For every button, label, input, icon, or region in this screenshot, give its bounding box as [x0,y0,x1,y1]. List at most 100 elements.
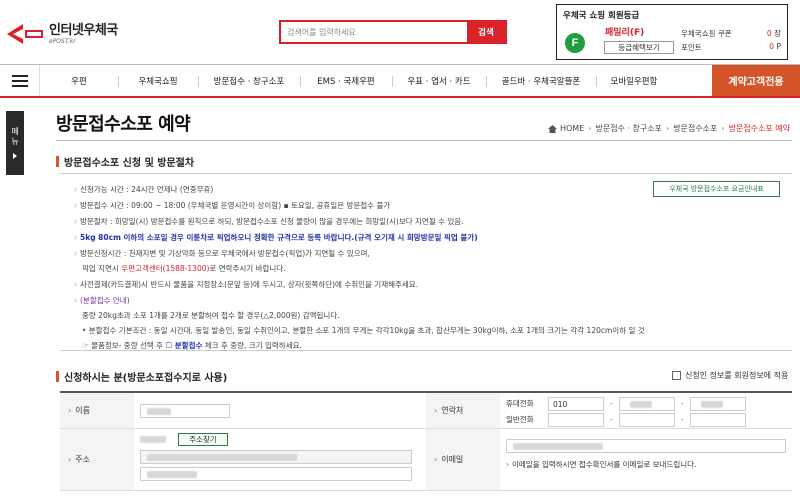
nav-item-visit-pickup[interactable]: 방문접수 · 창구소포 [198,65,300,96]
point-row[interactable]: 포인트 0 P [681,42,781,53]
mobile-middle-input[interactable] [618,396,675,411]
info-line: ☞ 물품정보- 중량 선택 후 ☐ 분할접수 체크 후 중량, 크기 입력하세요… [82,340,302,351]
breadcrumb-separator-icon: › [721,124,725,133]
email-input[interactable] [506,439,786,453]
name-label: › 이름 [60,393,134,428]
member-grade: 패밀리(F) [605,28,645,38]
main-nav: 우편 우체국쇼핑 방문접수 · 창구소포 EMS · 국제우편 우표 · 엽서 … [0,64,800,98]
phone-middle-input[interactable] [618,412,675,427]
nav-item-shopping[interactable]: 우체국쇼핑 [118,65,198,96]
search-button[interactable]: 검색 [467,22,505,42]
grade-badge-icon: F [565,33,585,53]
phone-last-input[interactable] [689,412,746,427]
point-label: 포인트 [681,43,702,52]
info-line: › 방문접수 시간 : 09:00 ~ 18:00 (우체국별 운영시간이 상이함… [74,200,390,211]
info-line: › 신청가능 시간 : 24시간 언제나 (연중무휴) [74,184,213,195]
point-value: 0 [769,42,775,51]
zipcode-field[interactable] [140,433,178,446]
address-line2-input[interactable] [140,467,412,481]
info-line: › 방문절차 : 희망일(시) 방문접수를 원칙으로 하되, 방문접수소포 신청 … [74,216,464,227]
mobile-label: 휴대전화 [506,399,534,408]
coupon-unit: 장 [774,29,781,38]
logo-subtext: ePOST.kr [49,37,76,45]
contact-label: › 연락처 [426,393,500,428]
member-grade-panel: 우체국 쇼핑 회원등급 F 패밀리(F) 등급혜택보기 우체국쇼핑 쿠폰 0 장… [556,4,788,60]
info-line: › 방문신청시간 : 천재지변 및 기상악화 등으로 우체국에서 방문접수(픽업)… [74,248,370,259]
coupon-label: 우체국쇼핑 쿠폰 [681,29,732,38]
customer-center-link[interactable]: 우편고객센터(1588-1300) [121,264,209,273]
side-menu-tab[interactable]: 메 뉴 [6,111,24,175]
section-bar-icon [56,156,59,167]
address-search-button[interactable]: 주소찾기 [178,433,228,446]
phone-prefix-select[interactable] [548,412,604,427]
hamburger-icon [11,74,28,87]
bullet-icon: › [74,296,77,305]
epost-logo[interactable]: 인터넷우체국 ePOST.kr [5,20,135,48]
site-header: 인터넷우체국 ePOST.kr 검색 우체국 쇼핑 회원등급 F 패밀리(F) … [0,0,800,64]
side-tab-label-2: 뉴 [11,137,19,146]
info-text-highlight: 5kg 80cm 이하의 소포일 경우 이륜차로 픽업하오니 정확한 규격으로 … [80,233,478,242]
breadcrumb-visit[interactable]: 방문접수 · 창구소포 [595,123,662,134]
address-label: › 주소 [60,429,134,490]
nav-item-mobile-mailbox[interactable]: 모바일우편함 [596,65,672,96]
side-tab-label-1: 메 [11,126,19,136]
name-input[interactable] [140,404,230,418]
split-notice-title: (분할접수 안내) [80,296,130,305]
section-bar-icon [56,371,59,382]
dash-separator: - [610,415,613,424]
info-text: 로 연락주시기 바랍니다. [209,264,286,273]
hamburger-menu-button[interactable] [0,65,40,96]
bullet-icon: › [74,185,77,194]
info-line: › (분할접수 안내) [74,295,130,306]
split-checkbox-hint: ☐ 분할접수 [165,341,203,350]
bullet-icon: › [74,201,77,210]
title-divider [56,140,792,141]
bullet-icon: › [74,217,77,226]
info-text: 방문절차 : 희망일(시) 방문접수를 원칙으로 하되, 방문접수소포 신청 물… [80,217,464,226]
form-row-name-contact: › 이름 › 연락처 휴대전화 010 - - 일반전화 - - [60,393,792,429]
bullet-icon: › [74,233,77,242]
apply-member-info-checkbox[interactable]: 신청인 정보를 회원정보에 적용 [672,370,788,381]
page-title: 방문접수소포 예약 [56,114,191,135]
checkbox-icon[interactable] [672,371,681,380]
address-label-text: 주소 [75,455,90,464]
breadcrumb: HOME › 방문접수 · 창구소포 › 방문접수소포 › 방문접수소포 예약 [547,123,790,134]
bullet-icon: › [74,280,77,289]
email-label: › 이메일 [426,429,500,490]
search-bar: 검색 [279,20,507,44]
breadcrumb-current: 방문접수소포 예약 [728,124,790,133]
mobile-last-input[interactable] [689,396,746,411]
info-text: ☞ 물품정보- 중량 선택 후 [82,341,166,350]
nav-item-ems[interactable]: EMS · 국제우편 [300,65,392,96]
logo-text: 인터넷우체국 [49,22,118,38]
info-line: 중량 20kg초과 소포 1개를 2개로 분할하여 접수 할 경우(△2,000… [82,310,340,321]
info-section-title-text: 방문접수소포 신청 및 방문절차 [64,158,195,169]
info-text: 체크 후 중량, 크기 입력하세요. [202,341,302,350]
name-label-text: 이름 [75,406,90,415]
info-box: › 신청가능 시간 : 24시간 언제나 (연중무휴) › 방문접수 시간 : 09… [60,173,792,351]
breadcrumb-parcel[interactable]: 방문접수소포 [673,123,717,134]
email-label-text: 이메일 [441,455,464,464]
nav-item-mail[interactable]: 우편 [40,65,118,96]
coupon-row[interactable]: 우체국쇼핑 쿠폰 0 장 [681,28,781,39]
mobile-prefix-select[interactable]: 010 [548,396,604,411]
info-text: 방문신청시간 : 천재지변 및 기상악화 등으로 우체국에서 방문접수(픽업)가… [80,249,370,258]
dash-separator: - [680,399,684,408]
applicant-section-title-text: 신청하시는 분(방문소포접수지로 사용) [64,373,228,384]
contact-label-text: 연락처 [441,406,464,415]
address-line1-input[interactable] [140,450,412,464]
search-input[interactable] [281,22,467,42]
grade-benefit-button[interactable]: 등급혜택보기 [604,41,674,54]
info-line: › 5kg 80cm 이하의 소포일 경우 이륜차로 픽업하오니 정확한 규격으로… [74,232,478,243]
breadcrumb-separator-icon: › [588,124,592,133]
fee-table-button[interactable]: 우체국 방문접수소포 요금안내표 [653,181,780,197]
nav-item-stamps[interactable]: 우표 · 엽서 · 카드 [392,65,486,96]
breadcrumb-home[interactable]: HOME [560,124,584,133]
dash-separator: - [610,399,613,408]
info-line: 픽업 지연시 우편고객센터(1588-1300)로 연락주시기 바랍니다. [82,263,286,274]
nav-item-goldbar[interactable]: 골드바 · 우체국알뜰폰 [486,65,596,96]
applicant-form: › 이름 › 연락처 휴대전화 010 - - 일반전화 - - › 주소 주소… [60,391,792,491]
breadcrumb-separator-icon: › [665,124,670,133]
info-text: 픽업 지연시 [82,264,122,273]
contract-customer-button[interactable]: 계약고객전용 [712,65,800,96]
